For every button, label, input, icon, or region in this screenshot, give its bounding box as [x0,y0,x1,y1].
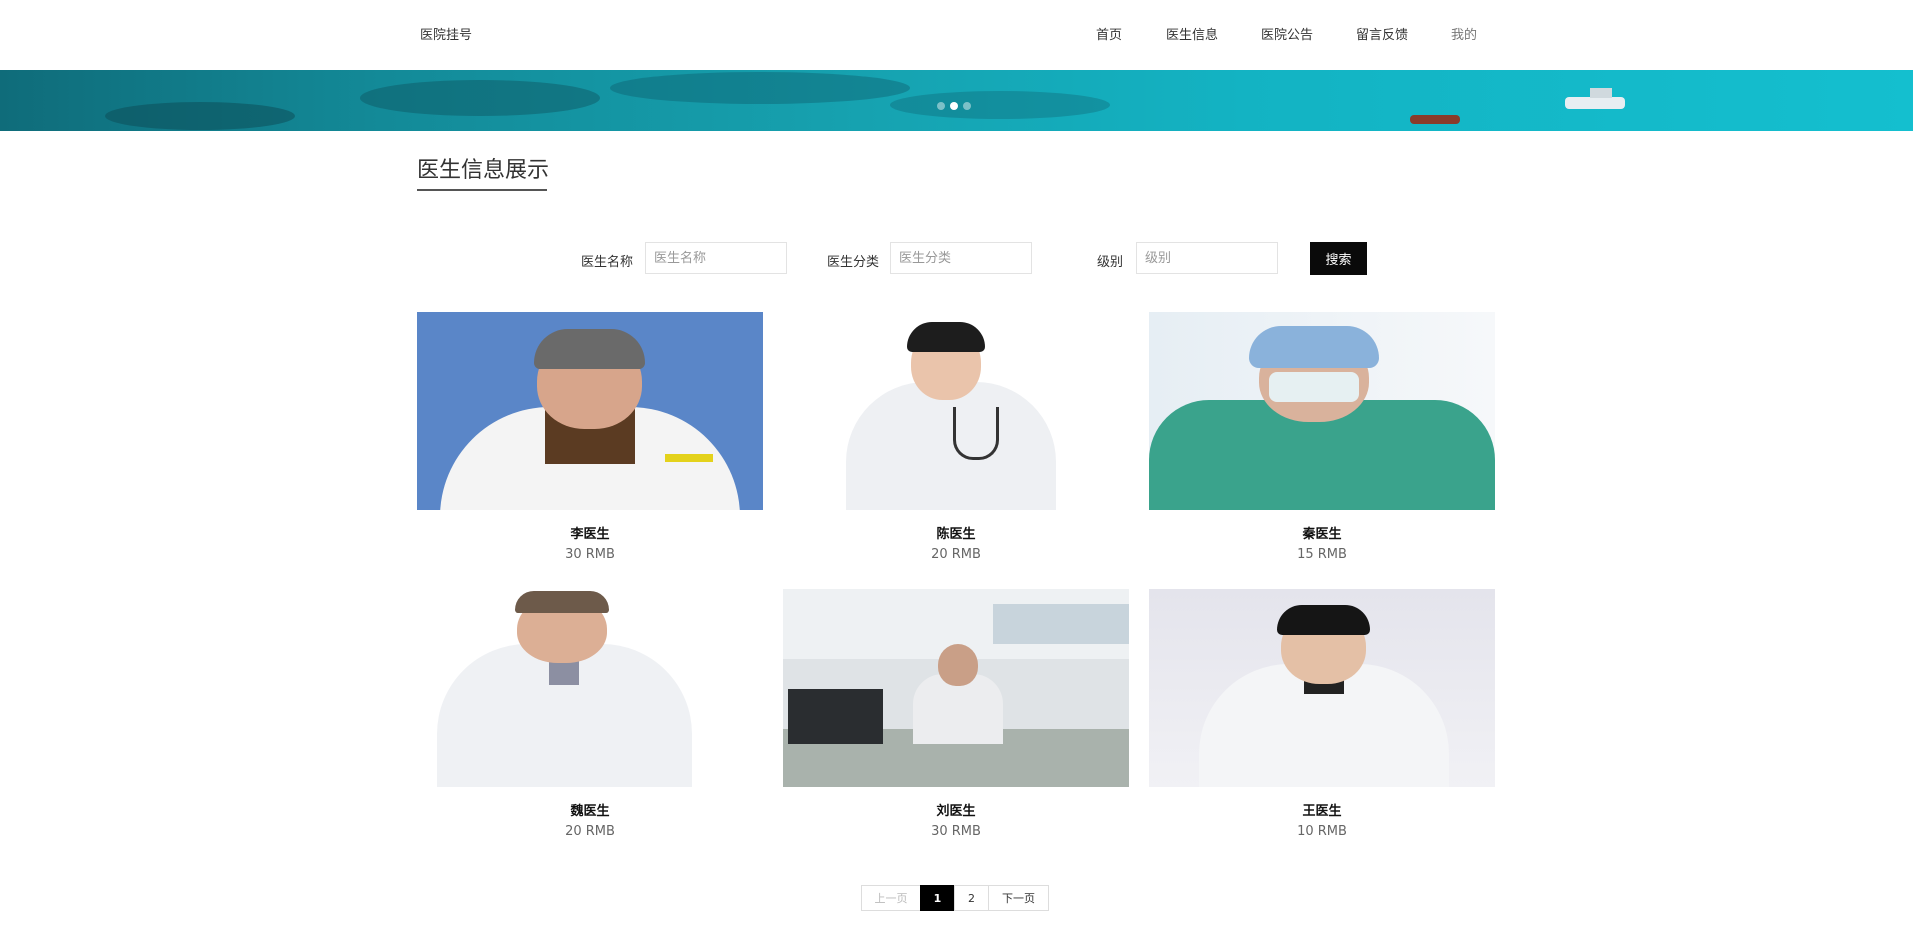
carousel-dot-3[interactable] [963,102,971,110]
pagination: 上一页 1 2 下一页 [861,885,1049,911]
doctor-photo[interactable] [783,589,1129,787]
title-underline [417,189,547,191]
doctor-photo[interactable] [1149,589,1495,787]
doctor-photo[interactable] [1149,312,1495,510]
doctor-photo[interactable] [783,312,1129,510]
carousel-dot-2[interactable] [950,102,958,110]
doctor-name-input[interactable] [645,242,787,274]
nav-home[interactable]: 首页 [1096,24,1122,43]
top-navbar: 医院挂号 首页 医生信息 医院公告 留言反馈 我的 [0,0,1913,70]
page-title: 医生信息展示 [417,158,550,183]
doctor-price: 30 RMB [931,824,981,839]
doctor-name: 陈医生 [936,527,976,542]
page-2-button[interactable]: 2 [954,885,989,911]
banner-image [105,72,1625,130]
nav-my-account[interactable]: 我的 [1451,24,1477,43]
doctor-category-input[interactable] [890,242,1032,274]
search-button[interactable]: 搜索 [1310,242,1367,275]
site-brand[interactable]: 医院挂号 [420,24,472,43]
doctor-card[interactable]: 秦医生 15 RMB [1149,312,1495,562]
level-label: 级别 [1097,255,1124,270]
next-page-button[interactable]: 下一页 [988,885,1049,911]
level-input[interactable] [1136,242,1278,274]
nav-announcements[interactable]: 医院公告 [1261,24,1313,43]
doctor-photo[interactable] [417,312,763,510]
doctor-price: 20 RMB [565,824,615,839]
doctor-card[interactable]: 魏医生 20 RMB [417,589,763,839]
carousel-indicators [937,102,971,110]
nav-feedback[interactable]: 留言反馈 [1356,24,1408,43]
doctor-card[interactable]: 陈医生 20 RMB [783,312,1129,562]
doctor-name: 刘医生 [936,804,976,819]
doctor-card[interactable]: 刘医生 30 RMB [783,589,1129,839]
doctor-photo[interactable] [417,589,763,787]
doctor-name: 李医生 [570,527,610,542]
prev-page-button[interactable]: 上一页 [861,885,921,911]
doctor-name: 魏医生 [570,804,610,819]
page-1-button[interactable]: 1 [920,885,955,911]
doctor-price: 10 RMB [1297,824,1347,839]
banner-carousel[interactable] [0,70,1913,131]
doctor-name: 王医生 [1302,804,1342,819]
nav-doctor-info[interactable]: 医生信息 [1166,24,1218,43]
doctor-card[interactable]: 王医生 10 RMB [1149,589,1495,839]
doctor-name-label: 医生名称 [581,255,634,270]
doctor-price: 30 RMB [565,547,615,562]
carousel-dot-1[interactable] [937,102,945,110]
doctor-category-label: 医生分类 [827,255,880,270]
doctor-price: 15 RMB [1297,547,1347,562]
doctor-name: 秦医生 [1302,527,1342,542]
doctor-card[interactable]: 李医生 30 RMB [417,312,763,562]
doctor-price: 20 RMB [931,547,981,562]
